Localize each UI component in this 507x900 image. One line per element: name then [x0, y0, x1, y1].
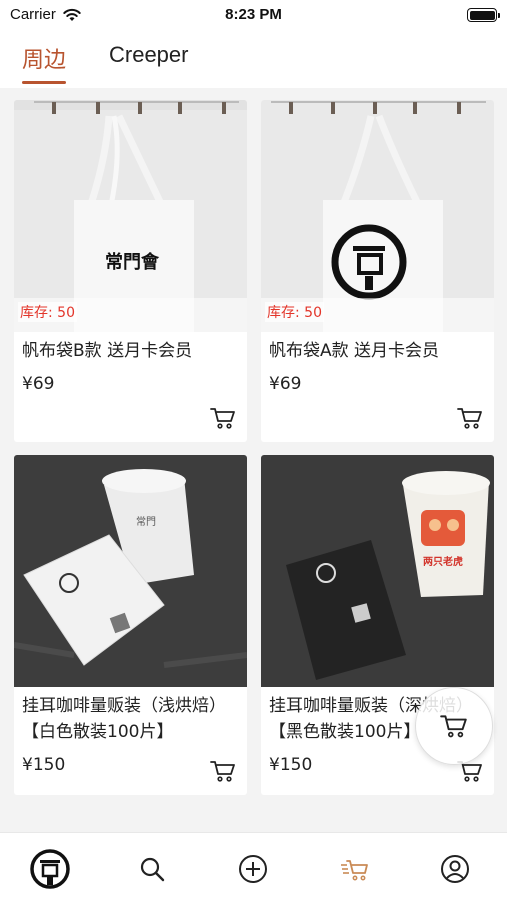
product-title: 挂耳咖啡量贩装（浅烘焙）【白色散装100片】	[22, 696, 226, 742]
bag-logo-text: 常門會	[105, 251, 160, 273]
tab-merch[interactable]: 周边	[22, 42, 67, 84]
tab-creeper[interactable]: Creeper	[109, 42, 188, 68]
nav-profile[interactable]	[433, 847, 477, 891]
cup-badge-text: 两只老虎	[423, 555, 463, 568]
stock-label: 库存: 50	[18, 302, 77, 322]
svg-text:常門: 常門	[136, 515, 156, 528]
nav-add[interactable]	[231, 847, 275, 891]
product-image: 库存: 50	[261, 100, 494, 332]
floating-cart-button[interactable]	[415, 687, 493, 765]
product-title: 帆布袋A款 送月卡会员	[269, 341, 440, 361]
product-image: 两只老虎	[261, 455, 494, 687]
clock: 8:23 PM	[225, 6, 282, 23]
nav-search[interactable]	[130, 847, 174, 891]
product-price: ¥150	[269, 755, 313, 775]
add-circle-icon	[239, 855, 267, 883]
add-to-cart-icon[interactable]	[209, 406, 237, 430]
cart-icon	[341, 860, 368, 881]
product-image: 常門會 库存: 50	[14, 100, 247, 332]
product-price: ¥69	[22, 374, 55, 394]
product-card[interactable]: 常門會 库存: 50 帆布袋B款 送月卡会员 ¥69	[14, 100, 247, 442]
add-to-cart-icon[interactable]	[456, 406, 484, 430]
status-bar: Carrier 8:23 PM	[0, 0, 507, 32]
add-to-cart-icon[interactable]	[209, 759, 237, 783]
cart-icon	[440, 715, 467, 738]
top-tabs: 周边 Creeper	[0, 32, 507, 88]
search-icon	[140, 857, 165, 882]
nav-cart[interactable]	[333, 847, 377, 891]
product-image: 常門	[14, 455, 247, 687]
product-price: ¥150	[22, 755, 66, 775]
product-card[interactable]: 库存: 50 帆布袋A款 送月卡会员 ¥69	[261, 100, 494, 442]
product-price: ¥69	[269, 374, 302, 394]
product-title: 帆布袋B款 送月卡会员	[22, 341, 193, 361]
profile-icon	[441, 855, 469, 883]
nav-home[interactable]	[28, 847, 72, 891]
bottom-nav	[0, 832, 507, 900]
brand-logo-icon	[30, 849, 70, 889]
battery-icon	[467, 8, 500, 22]
product-card[interactable]: 常門 挂耳咖啡量贩装（浅烘焙）【白色散装100片】 ¥150	[14, 455, 247, 795]
stock-label: 库存: 50	[265, 302, 324, 322]
